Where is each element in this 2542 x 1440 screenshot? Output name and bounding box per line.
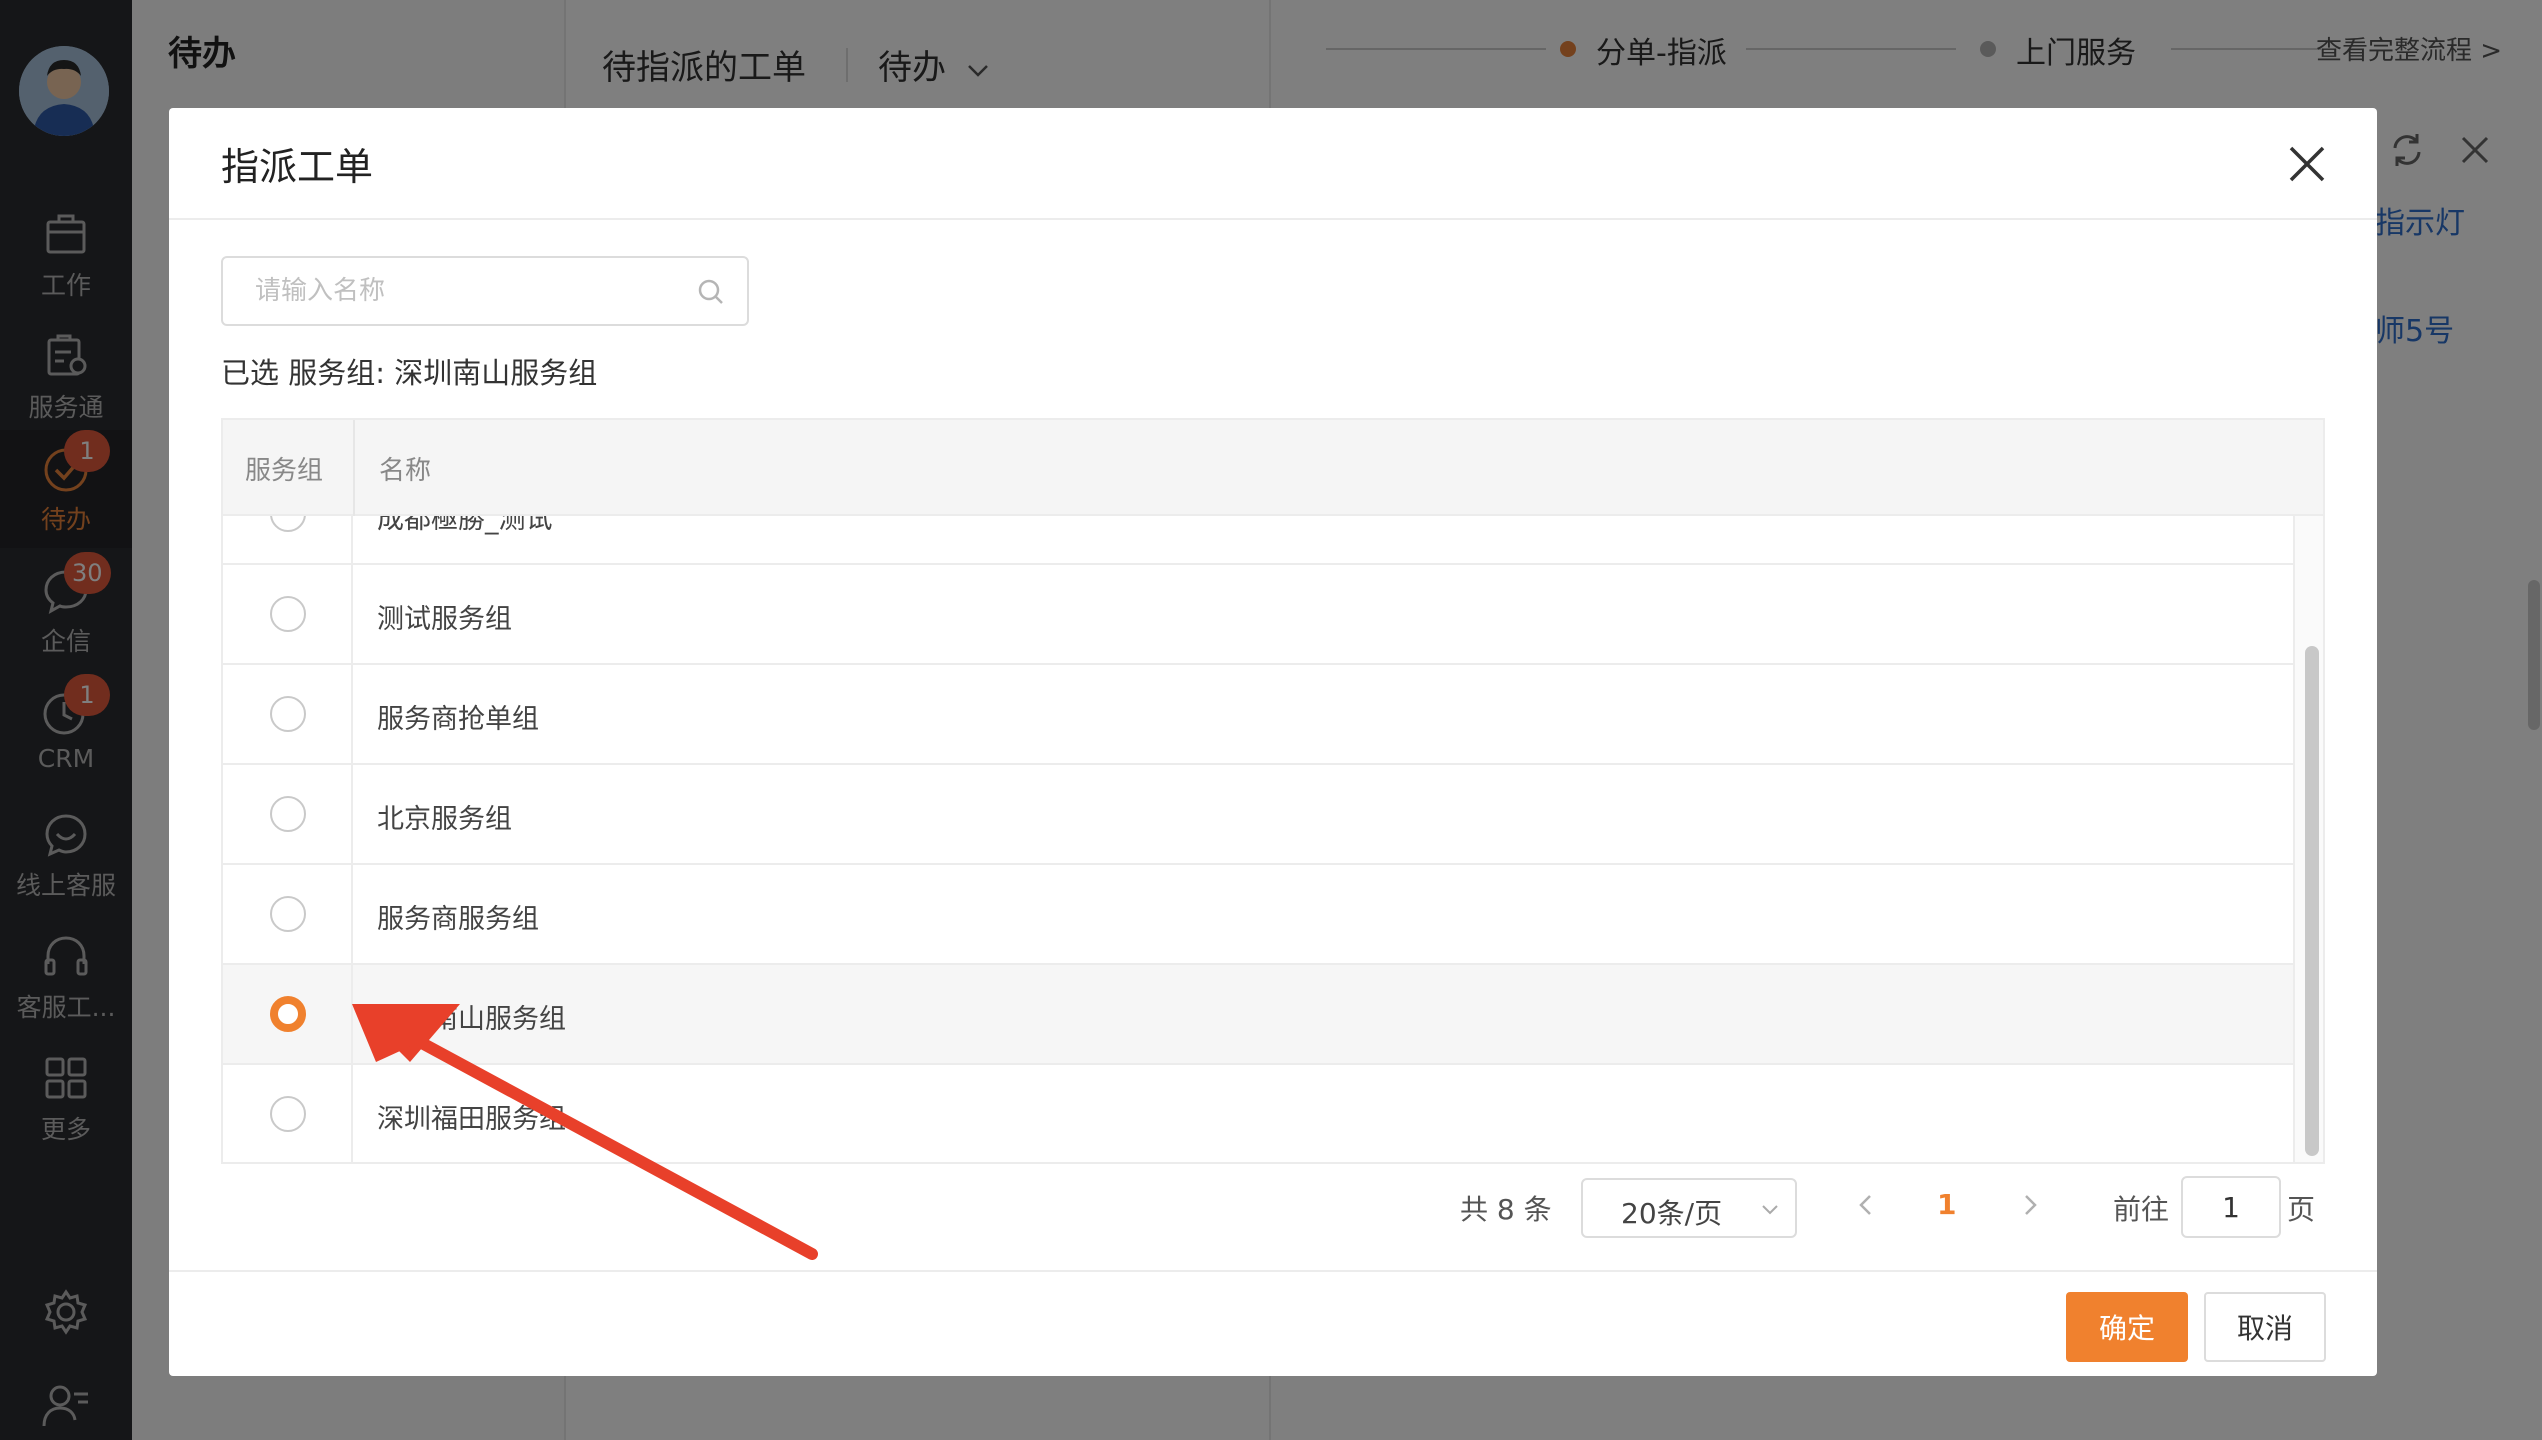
table-row[interactable]: 服务商服务组 xyxy=(223,865,2293,965)
goto-page-input[interactable] xyxy=(2181,1176,2281,1238)
table-scrollbar-track[interactable] xyxy=(2293,516,2323,1162)
selected-summary: 已选 服务组: 深圳南山服务组 xyxy=(221,356,598,390)
table-rows: 成都極勝_测试 测试服务组 服务商抢单组 北京服务组 服务商服务组 深圳南山服务… xyxy=(223,516,2293,1162)
table-row[interactable]: 深圳福田服务组 xyxy=(223,1065,2293,1162)
radio-cell xyxy=(223,865,353,963)
table-row[interactable]: 服务商抢单组 xyxy=(223,665,2293,765)
row-radio[interactable] xyxy=(270,696,306,732)
row-name: 测试服务组 xyxy=(377,604,512,635)
table-row-selected[interactable]: 深圳南山服务组 xyxy=(223,965,2293,1065)
row-name: 服务商服务组 xyxy=(377,904,539,935)
dialog-header: 指派工单 xyxy=(169,108,2377,220)
page-size-value: 20条/页 xyxy=(1621,1197,1723,1230)
radio-cell xyxy=(223,565,353,663)
row-radio[interactable] xyxy=(270,796,306,832)
row-radio[interactable] xyxy=(270,896,306,932)
chevron-down-icon xyxy=(1762,1205,1778,1215)
goto-label: 前往 xyxy=(2113,1193,2170,1226)
row-name: 服务商抢单组 xyxy=(377,704,539,735)
page-size-select[interactable]: 20条/页 xyxy=(1581,1178,1797,1238)
row-name: 深圳南山服务组 xyxy=(377,1004,566,1035)
column-divider xyxy=(353,420,355,516)
radio-cell xyxy=(223,1065,353,1162)
row-radio-checked[interactable] xyxy=(270,996,306,1032)
row-radio[interactable] xyxy=(270,1096,306,1132)
column-header-name: 名称 xyxy=(379,456,432,486)
total-count: 共 8 条 xyxy=(1460,1193,1552,1226)
table-body[interactable]: 成都極勝_测试 测试服务组 服务商抢单组 北京服务组 服务商服务组 深圳南山服务… xyxy=(223,516,2293,1162)
radio-cell xyxy=(223,965,353,1063)
dialog-title: 指派工单 xyxy=(221,145,374,189)
row-name: 深圳福田服务组 xyxy=(377,1104,566,1135)
table-header: 服务组 名称 xyxy=(223,420,2323,516)
chevron-left-icon[interactable] xyxy=(1853,1192,1879,1218)
row-name: 成都極勝_测试 xyxy=(377,516,553,535)
row-radio[interactable] xyxy=(270,516,306,532)
pagination: 共 8 条 20条/页 1 前往 页 xyxy=(169,1172,2377,1242)
dialog-footer: 确定 取消 xyxy=(169,1270,2377,1376)
close-icon[interactable] xyxy=(2281,138,2333,190)
row-radio[interactable] xyxy=(270,596,306,632)
table-row[interactable]: 北京服务组 xyxy=(223,765,2293,865)
table-row[interactable]: 成都極勝_测试 xyxy=(223,516,2293,565)
search-box xyxy=(221,256,749,326)
table-scrollbar-thumb[interactable] xyxy=(2305,646,2319,1156)
cancel-button[interactable]: 取消 xyxy=(2204,1292,2326,1362)
current-page[interactable]: 1 xyxy=(1937,1188,1956,1221)
search-icon[interactable] xyxy=(697,278,725,306)
assign-ticket-dialog: 指派工单 已选 服务组: 深圳南山服务组 服务组 名称 成都極勝_测试 xyxy=(169,108,2377,1376)
chevron-right-icon[interactable] xyxy=(2017,1192,2043,1218)
column-header-group: 服务组 xyxy=(245,456,324,486)
confirm-button[interactable]: 确定 xyxy=(2066,1292,2188,1362)
service-group-table: 服务组 名称 成都極勝_测试 测试服务组 服务商抢单组 北京服务组 服务商服务组… xyxy=(221,418,2325,1164)
radio-cell xyxy=(223,516,353,563)
page-unit-label: 页 xyxy=(2287,1193,2316,1226)
search-input[interactable] xyxy=(255,268,675,314)
radio-cell xyxy=(223,665,353,763)
table-row[interactable]: 测试服务组 xyxy=(223,565,2293,665)
row-name: 北京服务组 xyxy=(377,804,512,835)
radio-cell xyxy=(223,765,353,863)
